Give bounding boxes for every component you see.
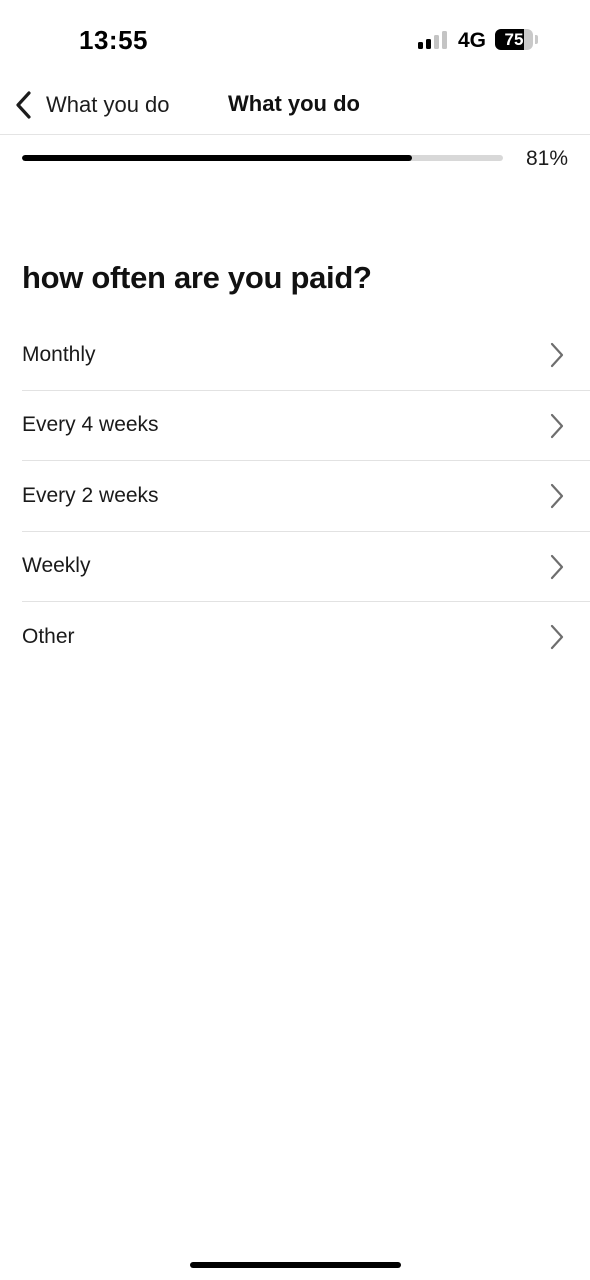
battery-percent: 75 [504, 30, 524, 49]
option-other[interactable]: Other [22, 602, 590, 673]
progress-fill [22, 155, 412, 161]
option-label: Every 2 weeks [22, 483, 159, 507]
status-bar: 13:55 4G 75 [0, 0, 590, 80]
screen: 13:55 4G 75 What you do What you do 81% … [0, 0, 590, 1280]
option-label: Monthly [22, 342, 96, 366]
option-label: Every 4 weeks [22, 413, 159, 437]
battery-icon: 75 [495, 29, 533, 50]
chevron-left-icon [16, 91, 31, 119]
network-type: 4G [458, 29, 487, 52]
question-heading: how often are you paid? [22, 260, 372, 295]
option-monthly[interactable]: Monthly [22, 320, 590, 391]
cellular-signal-icon [418, 31, 450, 49]
chevron-right-icon [550, 483, 564, 509]
progress-percent: 81% [525, 147, 568, 170]
navigation-bar: What you do What you do [0, 80, 590, 135]
progress-bar [22, 155, 503, 161]
back-label: What you do [46, 92, 170, 117]
option-label: Other [22, 625, 75, 649]
page-title: What you do [228, 91, 360, 116]
option-every-2-weeks[interactable]: Every 2 weeks [22, 461, 590, 532]
option-weekly[interactable]: Weekly [22, 532, 590, 602]
chevron-right-icon [550, 554, 564, 579]
options-list: Monthly Every 4 weeks Every 2 weeks Week… [22, 320, 590, 673]
chevron-right-icon [550, 413, 564, 438]
battery-cap [535, 35, 538, 44]
chevron-right-icon [550, 624, 564, 650]
status-time: 13:55 [79, 25, 148, 55]
home-indicator [190, 1262, 401, 1268]
option-every-4-weeks[interactable]: Every 4 weeks [22, 391, 590, 461]
chevron-right-icon [550, 342, 564, 368]
back-button[interactable]: What you do [14, 88, 170, 122]
option-label: Weekly [22, 554, 91, 578]
